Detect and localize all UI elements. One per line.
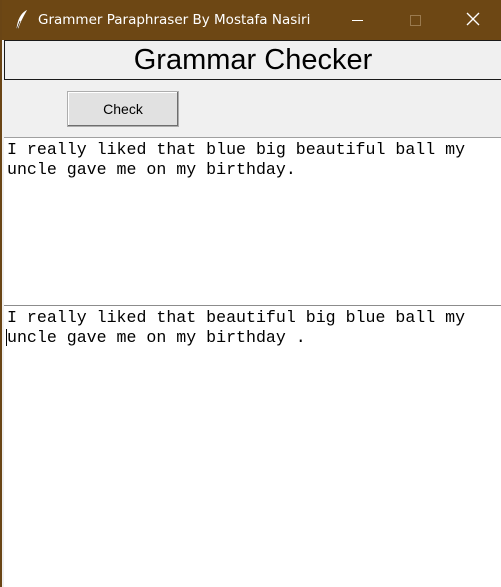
app-window: Grammer Paraphraser By Mostafa Nasiri Gr… xyxy=(0,0,501,587)
check-button[interactable]: Check xyxy=(67,91,179,127)
input-line: I really liked that blue big beautiful b… xyxy=(7,140,466,159)
input-line: uncle gave me on my birthday. xyxy=(7,160,296,179)
feather-icon xyxy=(14,9,30,30)
input-textbox[interactable]: I really liked that blue big beautiful b… xyxy=(4,137,501,305)
output-line: uncle gave me on my birthday . xyxy=(7,328,306,347)
text-caret xyxy=(6,329,7,346)
window-title: Grammer Paraphraser By Mostafa Nasiri xyxy=(38,12,311,28)
minimize-icon xyxy=(351,11,363,30)
output-textbox[interactable]: I really liked that beautiful big blue b… xyxy=(4,305,501,587)
close-icon xyxy=(466,11,480,30)
close-button[interactable] xyxy=(444,0,501,40)
header-frame: Grammar Checker xyxy=(4,40,501,80)
title-bar[interactable]: Grammer Paraphraser By Mostafa Nasiri xyxy=(2,0,501,40)
maximize-button[interactable] xyxy=(386,0,444,40)
minimize-button[interactable] xyxy=(328,0,386,40)
maximize-icon xyxy=(409,11,421,30)
output-line: I really liked that beautiful big blue b… xyxy=(7,308,466,327)
page-title: Grammar Checker xyxy=(133,43,373,76)
